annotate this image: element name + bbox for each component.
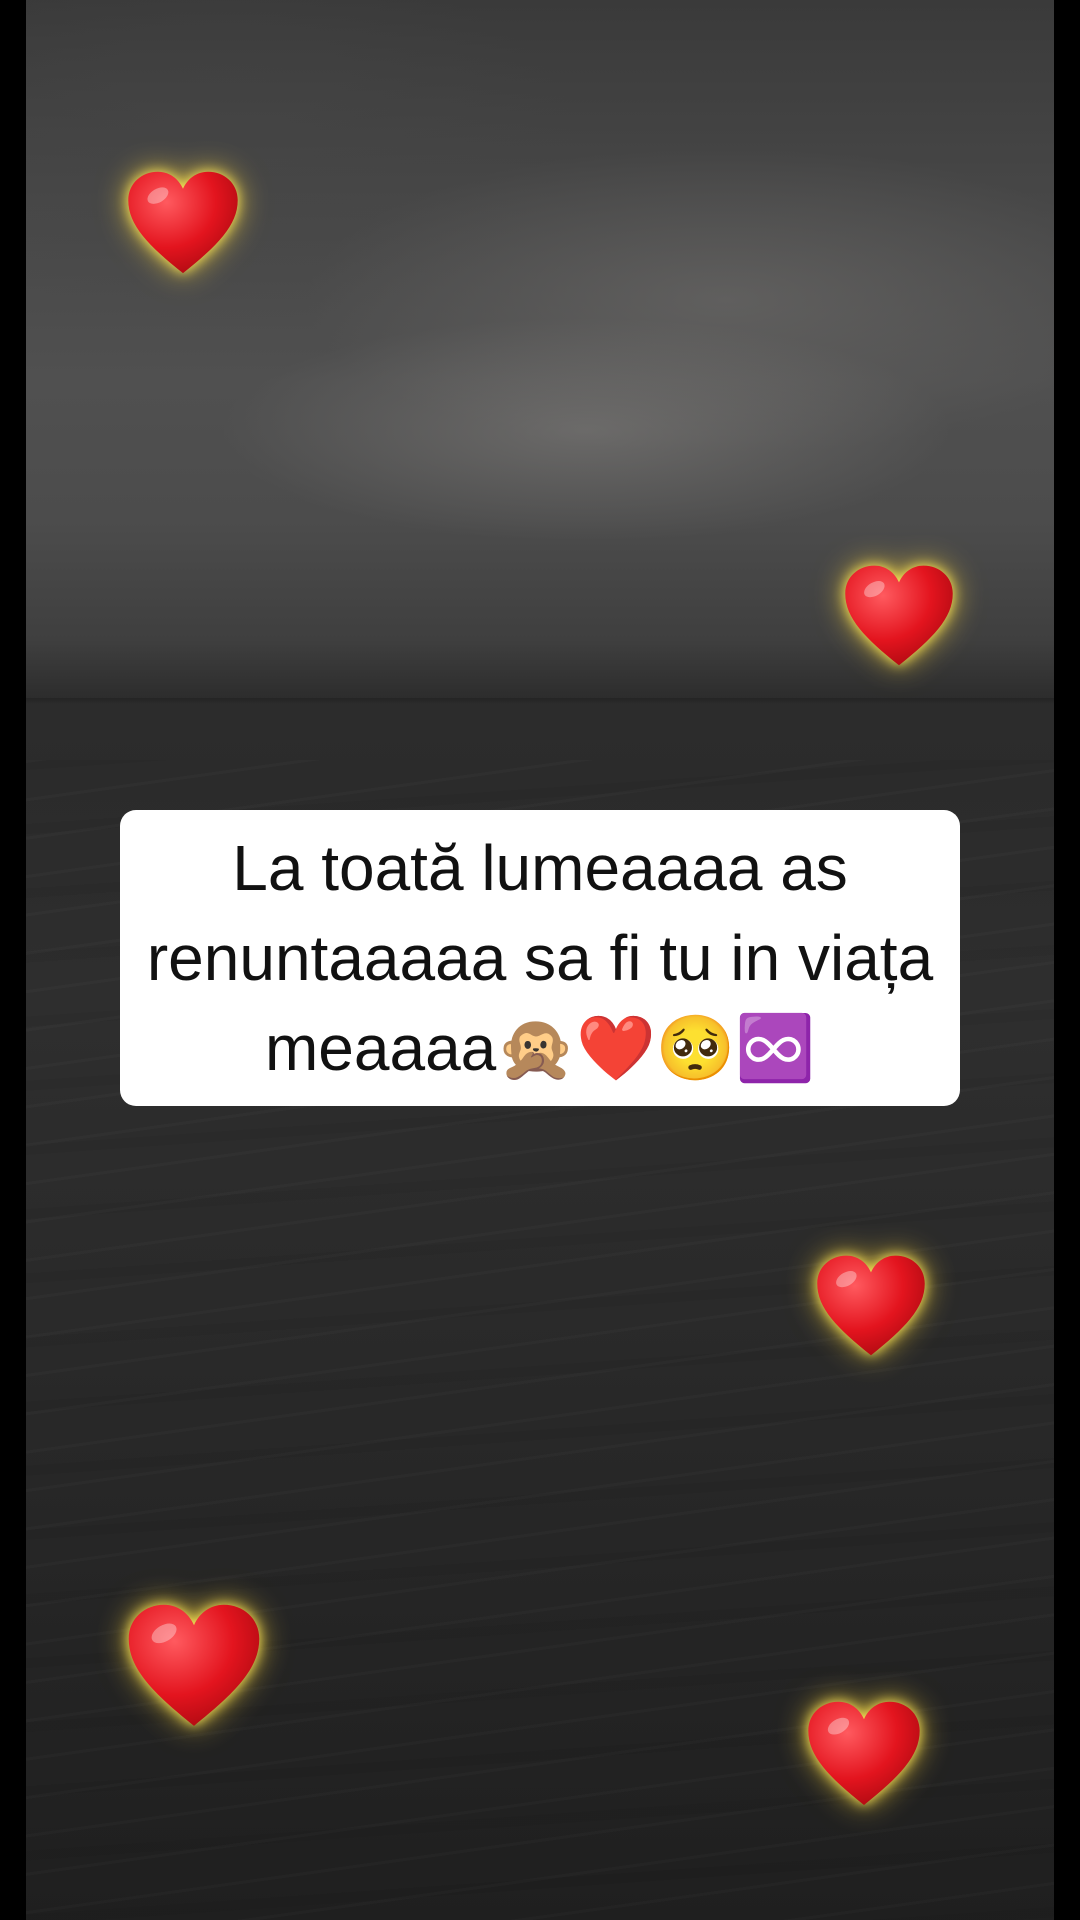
heart-icon [126, 1598, 262, 1734]
heart-icon [815, 1250, 927, 1362]
heart-icon [126, 166, 240, 280]
heart-icon [806, 1696, 922, 1812]
caption-box: La toată lumeaaaa as renuntaaaaa sa fi t… [120, 810, 960, 1106]
caption-text: La toată lumeaaaa as renuntaaaaa sa fi t… [146, 832, 934, 1084]
heart-icon [843, 560, 955, 672]
horizon-line [26, 698, 1054, 704]
video-frame: La toată lumeaaaa as renuntaaaaa sa fi t… [0, 0, 1080, 1920]
